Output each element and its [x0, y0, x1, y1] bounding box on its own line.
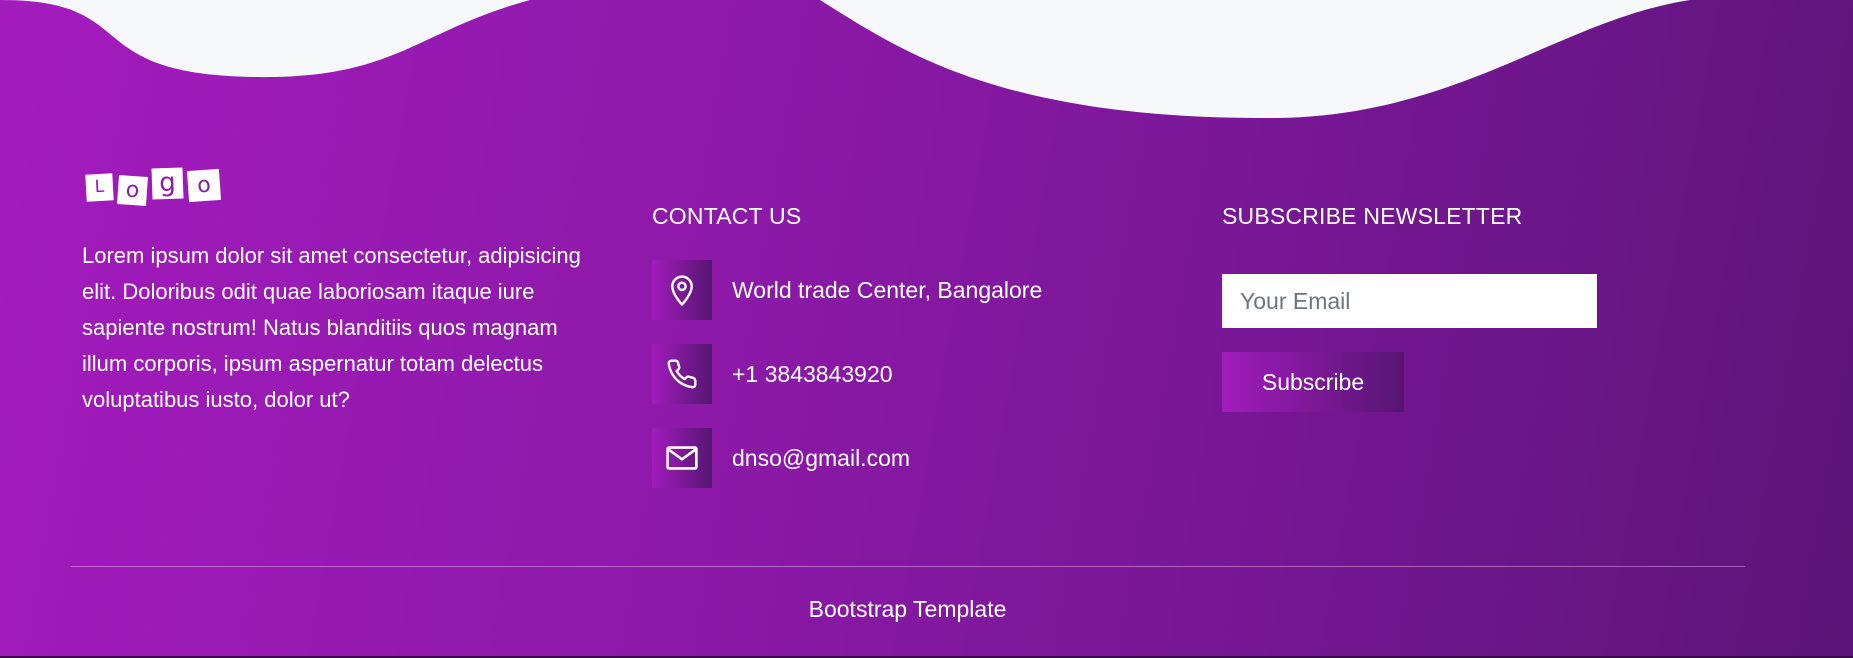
subscribe-button[interactable]: Subscribe [1222, 352, 1404, 412]
logo-letter: L [85, 173, 114, 202]
newsletter-title: SUBSCRIBE NEWSLETTER [1222, 203, 1523, 229]
logo-letter: o [186, 168, 222, 203]
contact-item-email[interactable]: dnso@gmail.com [652, 428, 910, 488]
newsletter-email-input[interactable] [1222, 274, 1597, 328]
logo-letter: g [151, 167, 184, 200]
contact-item-address[interactable]: World trade Center, Bangalore [652, 260, 1042, 320]
footer-divider [71, 566, 1745, 567]
contact-address: World trade Center, Bangalore [732, 276, 1043, 303]
about-text: Lorem ipsum dolor sit amet consectetur, … [82, 243, 581, 412]
top-wave-divider [0, 0, 1690, 119]
contact-email: dnso@gmail.com [732, 444, 911, 471]
map-pin-icon [652, 260, 712, 320]
footer-logo[interactable]: L o g o [85, 167, 222, 206]
contact-title: CONTACT US [652, 203, 802, 229]
contact-item-phone[interactable]: +1 3843843920 [652, 344, 893, 404]
envelope-icon [652, 428, 712, 488]
logo-letter: o [117, 175, 148, 206]
contact-phone: +1 3843843920 [732, 360, 893, 387]
footer-copyright: Bootstrap Template [808, 596, 1007, 622]
phone-icon [652, 344, 712, 404]
